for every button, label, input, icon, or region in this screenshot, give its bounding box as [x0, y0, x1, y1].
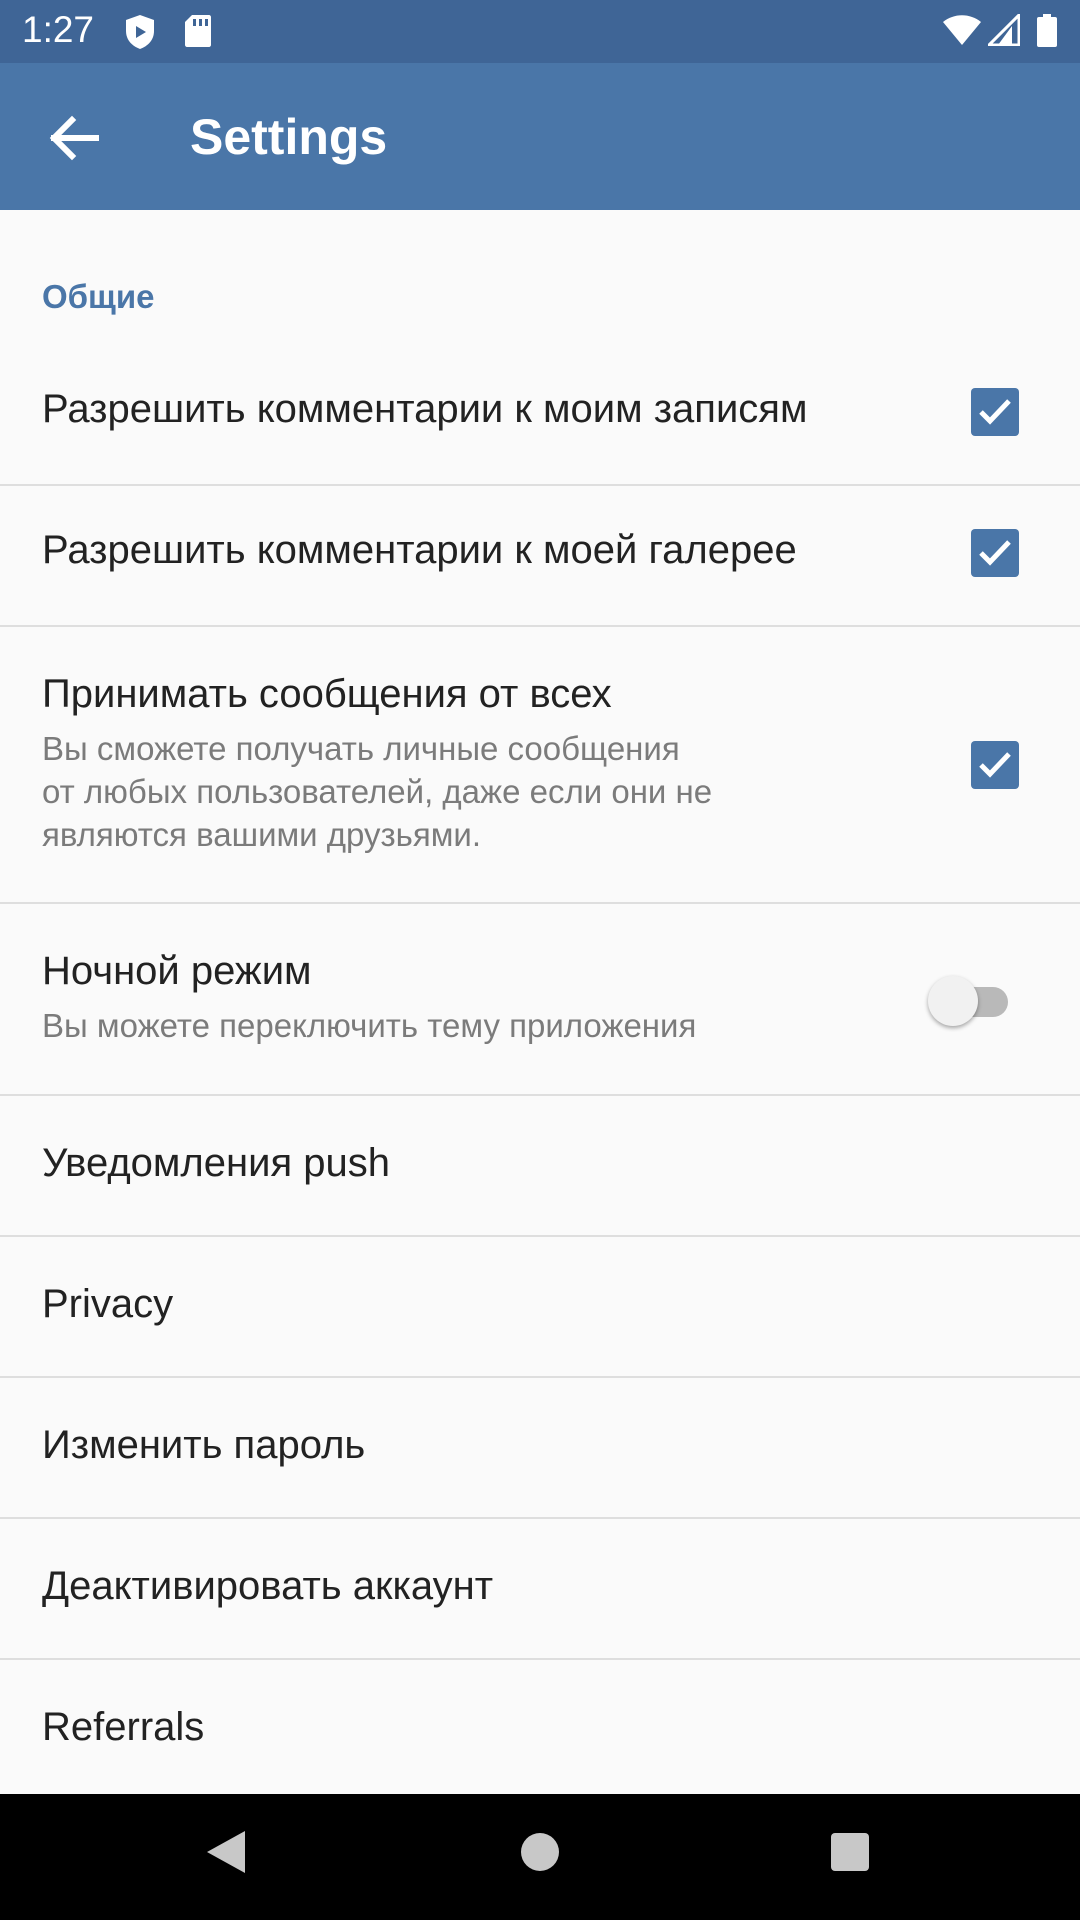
checkbox-allow-comments-gallery[interactable] [971, 529, 1019, 577]
pref-privacy[interactable]: Privacy [0, 1237, 1080, 1378]
pref-title: Privacy [42, 1282, 174, 1326]
back-button[interactable] [38, 103, 108, 173]
pref-summary-line: Вы сможете получать личные сообщения [42, 730, 680, 767]
pref-title: Уведомления push [42, 1141, 390, 1185]
checkmark-icon [979, 540, 1011, 566]
pref-title: Referrals [42, 1705, 205, 1749]
pref-push-notifications[interactable]: Уведомления push [0, 1096, 1080, 1237]
app-bar: Settings [0, 63, 1080, 210]
wifi-icon [942, 14, 982, 51]
pref-title: Разрешить комментарии к моей галерее [42, 528, 797, 572]
recents-square-icon[interactable] [830, 1832, 870, 1877]
home-circle-icon[interactable] [520, 1832, 560, 1877]
pref-referrals[interactable]: Referrals [0, 1660, 1080, 1801]
pref-title: Изменить пароль [42, 1423, 366, 1467]
cell-signal-icon [985, 11, 1021, 51]
settings-list: Общие Разрешить комментарии к моим запис… [0, 210, 1080, 1801]
switch-thumb [928, 976, 978, 1026]
pref-title: Принимать сообщения от всех [42, 672, 612, 716]
checkmark-icon [979, 752, 1011, 778]
checkbox-accept-messages[interactable] [971, 741, 1019, 789]
status-bar: 1:27 [0, 0, 1080, 63]
pref-night-mode[interactable]: Ночной режим Вы можете переключить тему … [0, 904, 1080, 1096]
battery-icon [1036, 14, 1058, 53]
section-header-general: Общие [42, 278, 155, 315]
pref-title: Деактивировать аккаунт [42, 1564, 494, 1608]
pref-summary-line: от любых пользователей, даже если они не [42, 773, 713, 810]
page-title: Settings [190, 109, 388, 165]
night-mode-switch[interactable] [928, 976, 1008, 1026]
checkmark-icon [979, 399, 1011, 425]
arrow-back-icon [49, 115, 99, 161]
pref-accept-messages[interactable]: Принимать сообщения от всех Вы сможете п… [0, 627, 1080, 904]
pref-summary: Вы можете переключить тему приложения [42, 1007, 697, 1044]
checkbox-allow-comments-posts[interactable] [971, 388, 1019, 436]
pref-title: Ночной режим [42, 949, 312, 993]
system-nav-bar [0, 1794, 1080, 1920]
pref-summary-line: являются вашими друзьями. [42, 816, 482, 853]
back-triangle-icon[interactable] [205, 1829, 247, 1880]
pref-allow-comments-gallery[interactable]: Разрешить комментарии к моей галерее [0, 486, 1080, 627]
pref-change-password[interactable]: Изменить пароль [0, 1378, 1080, 1519]
pref-title: Разрешить комментарии к моим записям [42, 387, 808, 431]
status-time: 1:27 [22, 9, 95, 50]
pref-allow-comments-posts[interactable]: Разрешить комментарии к моим записям [0, 345, 1080, 486]
shield-icon [124, 14, 156, 55]
sd-card-icon [184, 14, 212, 53]
pref-deactivate-account[interactable]: Деактивировать аккаунт [0, 1519, 1080, 1660]
